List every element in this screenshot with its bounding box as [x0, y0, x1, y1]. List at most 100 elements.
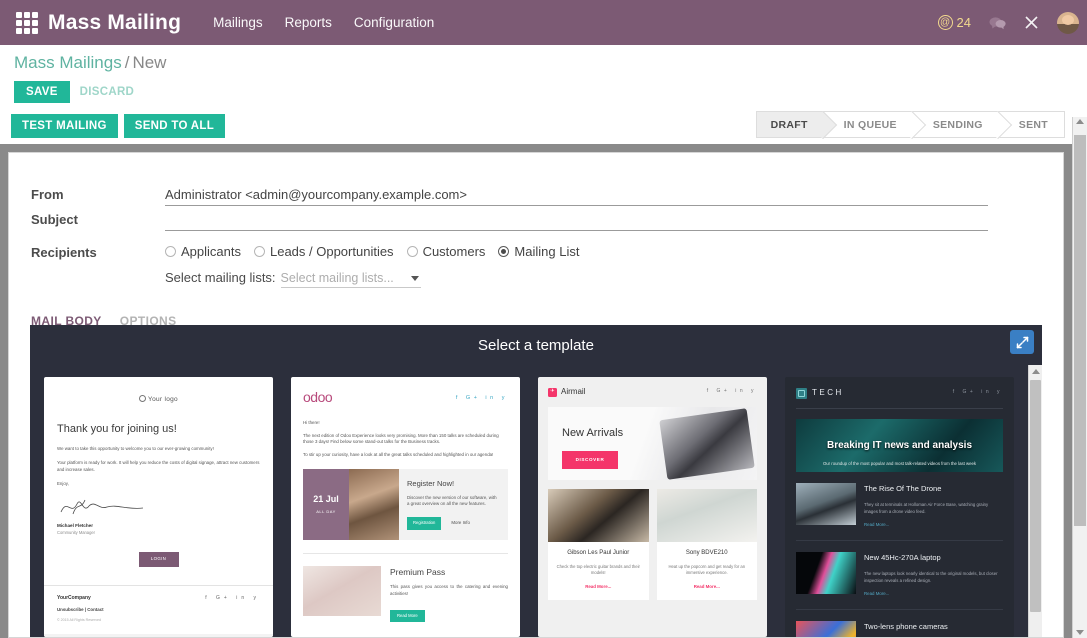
template2-more-info-link[interactable]: More Info	[451, 520, 470, 527]
template-card-tech-news[interactable]: TECH f G+ in y Breaking IT news and anal…	[785, 377, 1014, 637]
chat-bubble-icon[interactable]	[989, 16, 1006, 30]
navbar-right-tools: @ 24	[937, 0, 1079, 45]
mail-counter-value: 24	[956, 15, 971, 30]
template4-article-2-desc: The new laptops look nearly identical to…	[864, 570, 998, 583]
expand-arrows-icon[interactable]	[1010, 330, 1034, 354]
template2-event-time: ALL DAY	[316, 509, 336, 515]
nav-item-reports[interactable]: Reports	[285, 15, 332, 30]
template4-article-2[interactable]: New 45Hc-270A laptop The new laptops loo…	[796, 541, 1003, 610]
window-scroll-thumb[interactable]	[1074, 135, 1086, 526]
radio-label-applicants: Applicants	[181, 244, 241, 259]
top-navbar: Mass Mailing Mailings Reports Configurat…	[0, 0, 1087, 45]
tools-icon[interactable]	[1024, 15, 1039, 30]
at-sign-icon: @	[937, 15, 953, 30]
recipients-radio-group: Applicants Leads / Opportunities Custome…	[165, 244, 579, 259]
breadcrumb-root[interactable]: Mass Mailings	[14, 53, 122, 72]
template2-event-title: Register Now!	[407, 479, 455, 488]
save-button[interactable]: SAVE	[14, 81, 70, 103]
record-sheet: From Subject Recipients	[8, 152, 1064, 638]
radio-dot-leads	[253, 246, 265, 257]
subject-input[interactable]	[165, 210, 988, 231]
template-picker: Select a template Your logo Thank you fo…	[30, 325, 1042, 637]
mailing-form: From Subject Recipients	[9, 153, 1063, 288]
template2-registration-button[interactable]: Registration	[407, 517, 442, 530]
radio-label-customers: Customers	[422, 244, 486, 259]
template3-product-1-image	[548, 489, 649, 543]
template1-logo-text: Your logo	[148, 396, 178, 403]
discard-button[interactable]: DISCARD	[80, 86, 135, 98]
template-card-odoo-event[interactable]: odoo f G+ in y Hi there! The next editio…	[291, 377, 520, 637]
template4-article-1[interactable]: The Rise Of The Drone They sit at termin…	[796, 472, 1003, 541]
template4-article-2-title: New 45Hc-270A laptop	[864, 553, 941, 562]
template3-discover-button[interactable]: DISCOVER	[562, 451, 618, 469]
breadcrumb: Mass Mailings / New	[14, 53, 1073, 73]
scroll-up-arrow-icon[interactable]	[1029, 365, 1042, 378]
template4-article-3-image	[796, 620, 856, 637]
test-mailing-button[interactable]: TEST MAILING	[11, 114, 118, 138]
mailing-lists-row: Select mailing lists: Select mailing lis…	[165, 270, 1063, 288]
window-scrollbar[interactable]	[1072, 117, 1087, 638]
template3-product-2[interactable]: Sony BDVE210 Heat up the popcorn and get…	[656, 489, 757, 600]
recipients-label: Recipients	[31, 245, 97, 260]
template2-greeting: Hi there!	[303, 419, 320, 425]
mailing-lists-label: Select mailing lists:	[165, 270, 276, 285]
template-list-scrollbar[interactable]	[1028, 365, 1042, 637]
nav-item-configuration[interactable]: Configuration	[354, 15, 434, 30]
radio-customers[interactable]: Customers	[406, 244, 486, 259]
template2-read-more-button[interactable]: Read More	[390, 609, 425, 623]
nav-item-mailings[interactable]: Mailings	[213, 15, 263, 30]
radio-leads-opportunities[interactable]: Leads / Opportunities	[253, 244, 394, 259]
template1-footer-links[interactable]: Unsubscribe | Contact	[57, 607, 260, 614]
subject-label: Subject	[31, 212, 78, 227]
template1-para-2: Your platform is ready for work. It will…	[57, 459, 260, 472]
field-recipients-row: Recipients Applicants Leads / Opportunit…	[31, 244, 1063, 260]
globe-icon	[139, 395, 147, 402]
template4-article-3[interactable]: Two-lens phone cameras Normally mirrorle…	[796, 610, 1003, 637]
radio-label-leads: Leads / Opportunities	[269, 244, 394, 259]
template1-login-button[interactable]: LOGIN	[138, 551, 179, 567]
radio-dot-mailing-list	[498, 246, 510, 257]
template3-product-1-name: Gibson Les Paul Junior	[567, 550, 630, 557]
template3-products: Gibson Les Paul Junior Check the top ele…	[548, 489, 757, 610]
template1-footer-copyright: © 2015 All Rights Reserved	[57, 618, 101, 623]
user-avatar[interactable]	[1057, 11, 1079, 34]
template-scroll-thumb[interactable]	[1030, 380, 1041, 612]
mass-mailing-app: Mass Mailing Mailings Reports Configurat…	[0, 0, 1087, 638]
field-subject-row: Subject	[31, 210, 1063, 231]
window-scroll-up-icon[interactable]	[1073, 119, 1087, 124]
template-card-thank-you[interactable]: Your logo Thank you for joining us! We w…	[44, 377, 273, 637]
template2-para-1: The next edition of Odoo Experience look…	[303, 432, 499, 445]
breadcrumb-current: New	[132, 53, 167, 72]
template3-product-2-desc: Heat up the popcorn and get ready for an…	[668, 563, 746, 576]
from-input[interactable]	[165, 185, 988, 206]
template4-banner-title: Breaking IT news and analysis	[826, 440, 973, 452]
record-actions: SAVE DISCARD	[14, 81, 1073, 103]
breadcrumb-bar: Mass Mailings / New SAVE DISCARD	[0, 45, 1087, 108]
template1-spacer	[44, 633, 273, 637]
apps-grid-icon[interactable]	[16, 11, 38, 34]
template2-event-text: Discover the new version of our software…	[407, 494, 497, 507]
template3-product-2-link[interactable]: Read More...	[663, 584, 752, 591]
template-picker-header: Select a template	[30, 325, 1042, 365]
template4-article-2-link[interactable]: Read More...	[864, 591, 1003, 598]
radio-mailing-list[interactable]: Mailing List	[498, 244, 579, 259]
template2-premium-text: This pass gives you access to the cateri…	[390, 584, 508, 596]
template3-hero-image	[659, 408, 755, 481]
mail-counter[interactable]: @ 24	[937, 15, 971, 30]
template3-product-1-link[interactable]: Read More...	[554, 584, 643, 591]
template2-event-day: 21 Jul	[313, 494, 339, 505]
radio-dot-customers	[406, 246, 418, 257]
main-nav-menu: Mailings Reports Configuration	[213, 15, 434, 30]
status-pipeline: DRAFT IN QUEUE SENDING SENT	[755, 111, 1065, 138]
template2-social-icons: f G+ in y	[455, 394, 508, 401]
template3-product-1[interactable]: Gibson Les Paul Junior Check the top ele…	[548, 489, 649, 600]
mailing-lists-select[interactable]: Select mailing lists...	[280, 271, 421, 288]
radio-applicants[interactable]: Applicants	[165, 244, 241, 259]
send-to-all-button[interactable]: SEND TO ALL	[123, 114, 226, 138]
template4-article-1-link[interactable]: Read More...	[864, 522, 1003, 529]
window-scroll-down-icon[interactable]	[1073, 630, 1087, 635]
status-draft[interactable]: DRAFT	[755, 111, 824, 138]
template-card-airmail[interactable]: ✈ Airmail f G+ in y New Arrivals DISCOVE…	[538, 377, 767, 637]
from-label: From	[31, 187, 64, 202]
tech-logo-icon	[796, 387, 807, 399]
